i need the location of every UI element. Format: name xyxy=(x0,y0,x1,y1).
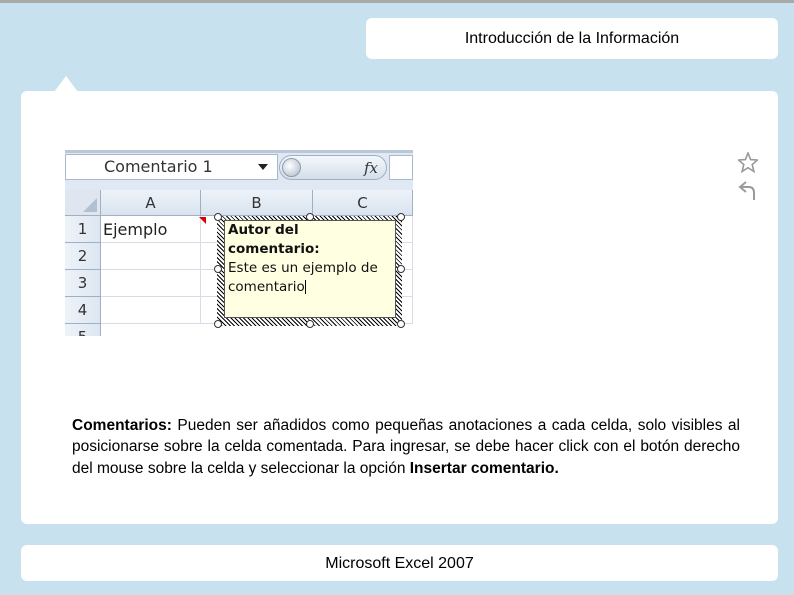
text-caret xyxy=(304,280,306,294)
cell-a2[interactable] xyxy=(101,243,201,270)
resize-handle[interactable] xyxy=(397,265,405,273)
resize-handle[interactable] xyxy=(397,320,405,328)
formula-bar-controls: fx xyxy=(279,155,387,180)
resize-handle[interactable] xyxy=(306,320,314,328)
description-body: Pueden ser añadidos como pequeñas anotac… xyxy=(72,416,740,477)
page-title: Introducción de la Información xyxy=(464,29,680,47)
fx-icon[interactable]: fx xyxy=(364,159,378,177)
resize-handle[interactable] xyxy=(214,320,222,328)
row-header-2[interactable]: 2 xyxy=(65,243,101,270)
row-header-5[interactable]: 5 xyxy=(65,324,101,336)
comment-line-1: Este es un ejemplo de xyxy=(228,260,378,276)
resize-handle[interactable] xyxy=(397,213,405,221)
footer-label: Microsoft Excel 2007 xyxy=(325,555,474,572)
cell-a3[interactable] xyxy=(101,270,201,297)
name-box[interactable]: Comentario 1 xyxy=(65,154,278,180)
comment-indicator-icon xyxy=(199,217,206,224)
row-header-3[interactable]: 3 xyxy=(65,270,101,297)
comment-line-2: comentario xyxy=(228,279,305,295)
star-outline-icon[interactable] xyxy=(738,152,758,174)
cell-a4[interactable] xyxy=(101,297,201,324)
resize-handle[interactable] xyxy=(214,213,222,221)
row-header-1[interactable]: 1 xyxy=(65,216,101,243)
resize-handle[interactable] xyxy=(214,265,222,273)
name-box-value: Comentario 1 xyxy=(104,157,213,176)
resize-handle[interactable] xyxy=(306,213,314,221)
cell-a1[interactable]: Ejemplo xyxy=(101,216,201,243)
description-paragraph: Comentarios: Pueden ser añadidos como pe… xyxy=(72,415,740,480)
return-arrow-icon[interactable] xyxy=(738,180,758,202)
description-option: Insertar comentario. xyxy=(409,459,559,477)
row-header-4[interactable]: 4 xyxy=(65,297,101,324)
comment-author: Autor del comentario: xyxy=(228,222,320,257)
expand-circle-icon[interactable] xyxy=(282,158,301,177)
column-header-c[interactable]: C xyxy=(313,190,413,216)
description-lead: Comentarios: xyxy=(72,416,172,434)
card-pointer xyxy=(54,76,78,92)
column-header-a[interactable]: A xyxy=(101,190,201,216)
excel-screenshot: Comentario 1 fx A B C 1 2 3 4 5 Ejemplo … xyxy=(65,150,413,336)
top-border xyxy=(0,0,794,3)
footer-box: Microsoft Excel 2007 xyxy=(21,545,778,581)
select-all-corner[interactable] xyxy=(65,190,101,216)
chevron-down-icon[interactable] xyxy=(258,164,268,170)
page-title-box: Introducción de la Información xyxy=(366,18,778,59)
formula-input[interactable] xyxy=(389,155,413,180)
comment-box[interactable]: Autor del comentario: Este es un ejemplo… xyxy=(224,220,396,318)
